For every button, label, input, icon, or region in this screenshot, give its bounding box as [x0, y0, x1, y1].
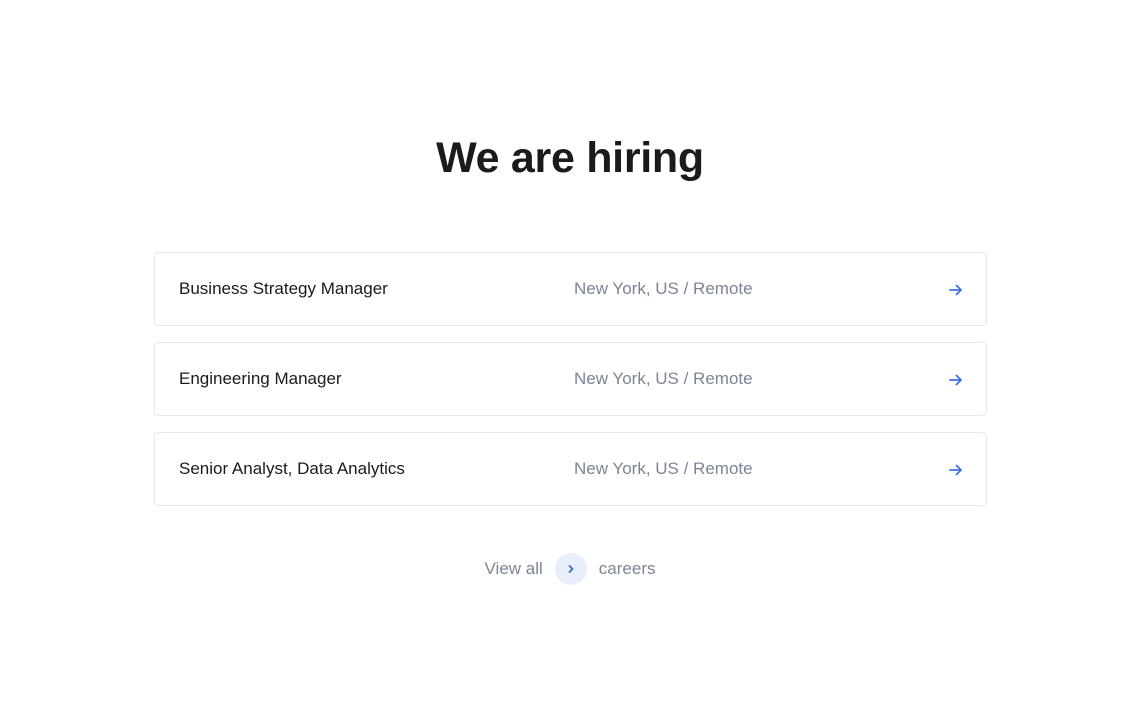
job-row[interactable]: Business Strategy Manager New York, US /…: [154, 252, 987, 326]
job-location: New York, US / Remote: [574, 459, 753, 478]
arrow-right-icon[interactable]: [948, 282, 964, 298]
job-title: Engineering Manager: [179, 369, 342, 388]
view-all-careers-link[interactable]: View all careers: [0, 552, 1140, 586]
view-all-button[interactable]: [554, 553, 587, 585]
view-all-prefix: View all: [484, 559, 543, 578]
job-location: New York, US / Remote: [574, 279, 753, 298]
job-row[interactable]: Engineering Manager New York, US / Remot…: [154, 342, 987, 416]
job-list: Business Strategy Manager New York, US /…: [154, 252, 987, 522]
view-all-suffix: careers: [598, 559, 656, 578]
job-location: New York, US / Remote: [574, 369, 753, 388]
job-title: Business Strategy Manager: [179, 279, 388, 298]
chevron-right-icon: [568, 565, 574, 573]
arrow-right-icon[interactable]: [948, 372, 964, 388]
job-row[interactable]: Senior Analyst, Data Analytics New York,…: [154, 432, 987, 506]
hiring-section: We are hiring Business Strategy Manager …: [0, 0, 1140, 714]
section-title: We are hiring: [436, 134, 704, 182]
arrow-right-icon[interactable]: [948, 462, 964, 478]
job-title: Senior Analyst, Data Analytics: [179, 459, 405, 478]
